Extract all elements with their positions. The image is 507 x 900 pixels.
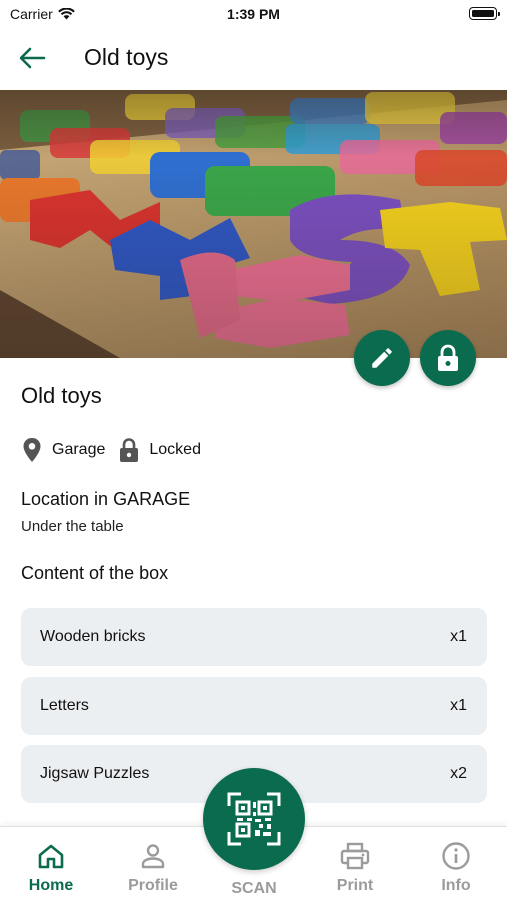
status-bar: Carrier 1:39 PM [0, 0, 507, 28]
back-button[interactable] [14, 42, 50, 74]
item-name: Letters [40, 697, 89, 714]
location-tag-label: Garage [52, 441, 106, 458]
arrow-left-icon [19, 47, 46, 69]
item-name: Wooden bricks [40, 628, 146, 645]
nav-profile-label: Profile [128, 877, 178, 894]
pencil-icon [372, 348, 392, 368]
status-time: 1:39 PM [227, 6, 280, 22]
box-name: Old toys [21, 383, 102, 408]
printer-icon [340, 842, 370, 870]
page-title: Old toys [84, 44, 169, 70]
battery-icon [469, 7, 500, 20]
lock-status-label: Locked [149, 441, 201, 458]
list-item[interactable]: Letters x1 [21, 677, 487, 735]
nav-print[interactable]: Print [310, 827, 400, 900]
lock-button[interactable] [420, 330, 476, 386]
item-quantity: x2 [450, 765, 467, 782]
location-tag: Garage [22, 437, 105, 463]
scan-button[interactable] [203, 768, 305, 870]
home-icon [38, 844, 64, 869]
lock-icon [120, 438, 139, 462]
location-detail: Under the table [21, 518, 124, 535]
map-pin-icon [23, 438, 41, 462]
person-icon [141, 844, 165, 869]
nav-scan-label: SCAN [231, 880, 277, 897]
nav-print-label: Print [336, 877, 374, 894]
nav-info-label: Info [441, 877, 471, 894]
nav-profile[interactable]: Profile [108, 827, 198, 900]
info-icon [442, 842, 470, 870]
location-title: Location in GARAGE [21, 489, 191, 509]
edit-button[interactable] [354, 330, 410, 386]
item-quantity: x1 [450, 628, 467, 645]
list-item[interactable]: Wooden bricks x1 [21, 608, 487, 666]
lock-status: Locked [119, 437, 201, 463]
item-quantity: x1 [450, 697, 467, 714]
qr-code-icon [227, 792, 281, 846]
box-meta-row: Garage Locked [22, 436, 215, 464]
item-name: Jigsaw Puzzles [40, 765, 150, 782]
nav-home[interactable]: Home [6, 827, 96, 900]
nav-info[interactable]: Info [411, 827, 501, 900]
lock-icon [438, 344, 458, 371]
box-photo [0, 90, 507, 358]
toy-letters-image [0, 90, 507, 358]
content-title: Content of the box [21, 563, 169, 583]
nav-home-label: Home [28, 877, 74, 894]
app-header: Old toys [0, 28, 507, 88]
